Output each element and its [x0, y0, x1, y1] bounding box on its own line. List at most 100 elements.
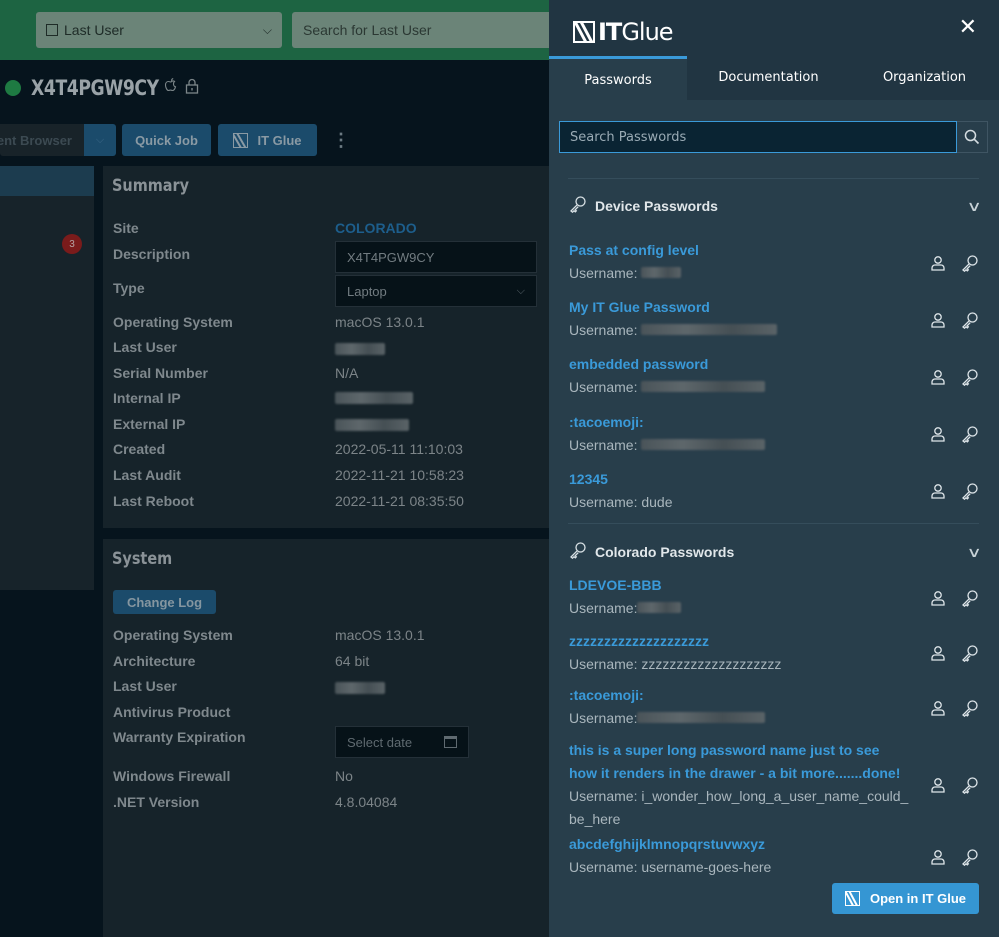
copy-password-icon[interactable]: [961, 589, 979, 607]
sys-last-user-value-redacted: [335, 681, 385, 697]
copy-password-icon[interactable]: [961, 311, 979, 329]
description-input[interactable]: X4T4PGW9CY: [335, 241, 537, 273]
agent-browser-dropdown[interactable]: ⌵: [84, 124, 116, 156]
password-username: Username:: [569, 597, 909, 620]
label-os: Operating System: [113, 314, 233, 330]
password-name-link[interactable]: :tacoemoji:: [569, 684, 909, 707]
password-actions: [929, 368, 979, 386]
quick-job-button[interactable]: Quick Job: [122, 124, 211, 156]
agent-browser-button[interactable]: ent Browser: [0, 124, 84, 156]
search-button[interactable]: [957, 121, 988, 153]
copy-password-icon[interactable]: [961, 644, 979, 662]
label-sys-last-user: Last User: [113, 678, 177, 694]
copy-username-icon[interactable]: [929, 425, 947, 443]
more-options-icon[interactable]: ⋮: [332, 130, 350, 151]
password-name-link[interactable]: abcdefghijklmnopqrstuvwxyz: [569, 833, 909, 856]
group-device-passwords[interactable]: Device Passwords ∨: [569, 195, 982, 217]
warranty-date-picker[interactable]: Select date: [335, 726, 469, 758]
it-glue-logo: IT Glue: [573, 18, 674, 46]
password-username: Username:: [569, 262, 909, 285]
device-header: X4T4PGW9CY: [0, 70, 199, 106]
drawer-header: IT Glue ✕ Passwords Documentation Organi…: [549, 0, 999, 100]
password-name-link[interactable]: LDEVOE-BBB: [569, 574, 909, 597]
password-actions: [929, 848, 979, 866]
external-ip-value-redacted: [335, 418, 409, 434]
key-icon: [569, 541, 587, 564]
filter-field-select[interactable]: Last User ⌵: [36, 12, 282, 48]
password-name-link[interactable]: Pass at config level: [569, 239, 909, 262]
password-item: Pass at config level Username:: [569, 239, 979, 285]
created-value: 2022-05-11 11:10:03: [335, 441, 463, 457]
password-name-link[interactable]: zzzzzzzzzzzzzzzzzzzz: [569, 630, 909, 653]
chevron-down-icon[interactable]: ∨: [966, 198, 981, 215]
nav-item-active[interactable]: [0, 166, 94, 196]
tab-organization[interactable]: Organization: [850, 56, 999, 100]
type-select[interactable]: Laptop ⌵: [335, 275, 537, 307]
label-sys-os: Operating System: [113, 627, 233, 643]
password-actions: [929, 425, 979, 443]
copy-username-icon[interactable]: [929, 368, 947, 386]
copy-username-icon[interactable]: [929, 311, 947, 329]
online-status-icon: [5, 80, 21, 96]
label-dotnet: .NET Version: [113, 794, 200, 810]
close-icon[interactable]: ✕: [959, 16, 977, 38]
site-link[interactable]: COLORADO: [335, 220, 417, 236]
copy-password-icon[interactable]: [961, 368, 979, 386]
copy-password-icon[interactable]: [961, 699, 979, 717]
filter-bar: Last User ⌵ Search for Last User: [0, 0, 552, 60]
password-actions: [929, 254, 979, 272]
password-actions: [929, 776, 979, 794]
summary-title: Summary: [112, 176, 190, 196]
password-username: Username:: [569, 707, 909, 730]
lock-icon[interactable]: [185, 78, 199, 99]
password-name-link[interactable]: :tacoemoji:: [569, 411, 909, 434]
copy-username-icon[interactable]: [929, 644, 947, 662]
copy-password-icon[interactable]: [961, 482, 979, 500]
copy-username-icon[interactable]: [929, 254, 947, 272]
brand-it: IT: [598, 18, 622, 46]
password-username: Username:: [569, 434, 909, 457]
password-username: Username: i_wonder_how_long_a_user_name_…: [569, 788, 909, 827]
copy-password-icon[interactable]: [961, 254, 979, 272]
copy-username-icon[interactable]: [929, 776, 947, 794]
group-colorado-passwords[interactable]: Colorado Passwords ∨: [569, 541, 982, 564]
label-external-ip: External IP: [113, 416, 186, 432]
password-name-link[interactable]: 12345: [569, 468, 909, 491]
search-passwords-input[interactable]: [559, 121, 957, 153]
filter-selected: Last User: [64, 22, 124, 38]
password-item: My IT Glue Password Username:: [569, 296, 979, 342]
copy-password-icon[interactable]: [961, 776, 979, 794]
sys-os-value: macOS 13.0.1: [335, 627, 425, 643]
label-site: Site: [113, 220, 139, 236]
password-name-link[interactable]: My IT Glue Password: [569, 296, 909, 319]
password-name-link[interactable]: embedded password: [569, 353, 909, 376]
group-title: Device Passwords: [595, 198, 718, 214]
label-last-user: Last User: [113, 339, 177, 355]
it-glue-button-label: IT Glue: [257, 132, 302, 148]
left-nav: 3: [0, 166, 94, 590]
label-last-reboot: Last Reboot: [113, 493, 194, 509]
tab-passwords[interactable]: Passwords: [549, 56, 687, 100]
open-in-it-glue-button[interactable]: Open in IT Glue: [832, 883, 979, 914]
divider: [568, 523, 979, 524]
filter-search-input[interactable]: Search for Last User: [292, 12, 552, 48]
copy-password-icon[interactable]: [961, 425, 979, 443]
it-glue-button[interactable]: IT Glue: [218, 124, 317, 156]
label-internal-ip: Internal IP: [113, 390, 181, 406]
label-antivirus: Antivirus Product: [113, 704, 231, 720]
copy-username-icon[interactable]: [929, 482, 947, 500]
brand-glue: Glue: [621, 18, 673, 46]
type-value: Laptop: [347, 283, 387, 299]
password-item: embedded password Username:: [569, 353, 979, 399]
system-title: System: [112, 549, 173, 569]
password-username: Username: dude: [569, 494, 673, 510]
chevron-down-icon[interactable]: ∨: [966, 544, 981, 561]
copy-username-icon[interactable]: [929, 589, 947, 607]
password-username: Username:: [569, 319, 909, 342]
copy-username-icon[interactable]: [929, 848, 947, 866]
change-log-button[interactable]: Change Log: [113, 590, 216, 614]
copy-username-icon[interactable]: [929, 699, 947, 717]
tab-documentation[interactable]: Documentation: [687, 56, 850, 100]
password-name-link[interactable]: this is a super long password name just …: [569, 739, 909, 785]
copy-password-icon[interactable]: [961, 848, 979, 866]
